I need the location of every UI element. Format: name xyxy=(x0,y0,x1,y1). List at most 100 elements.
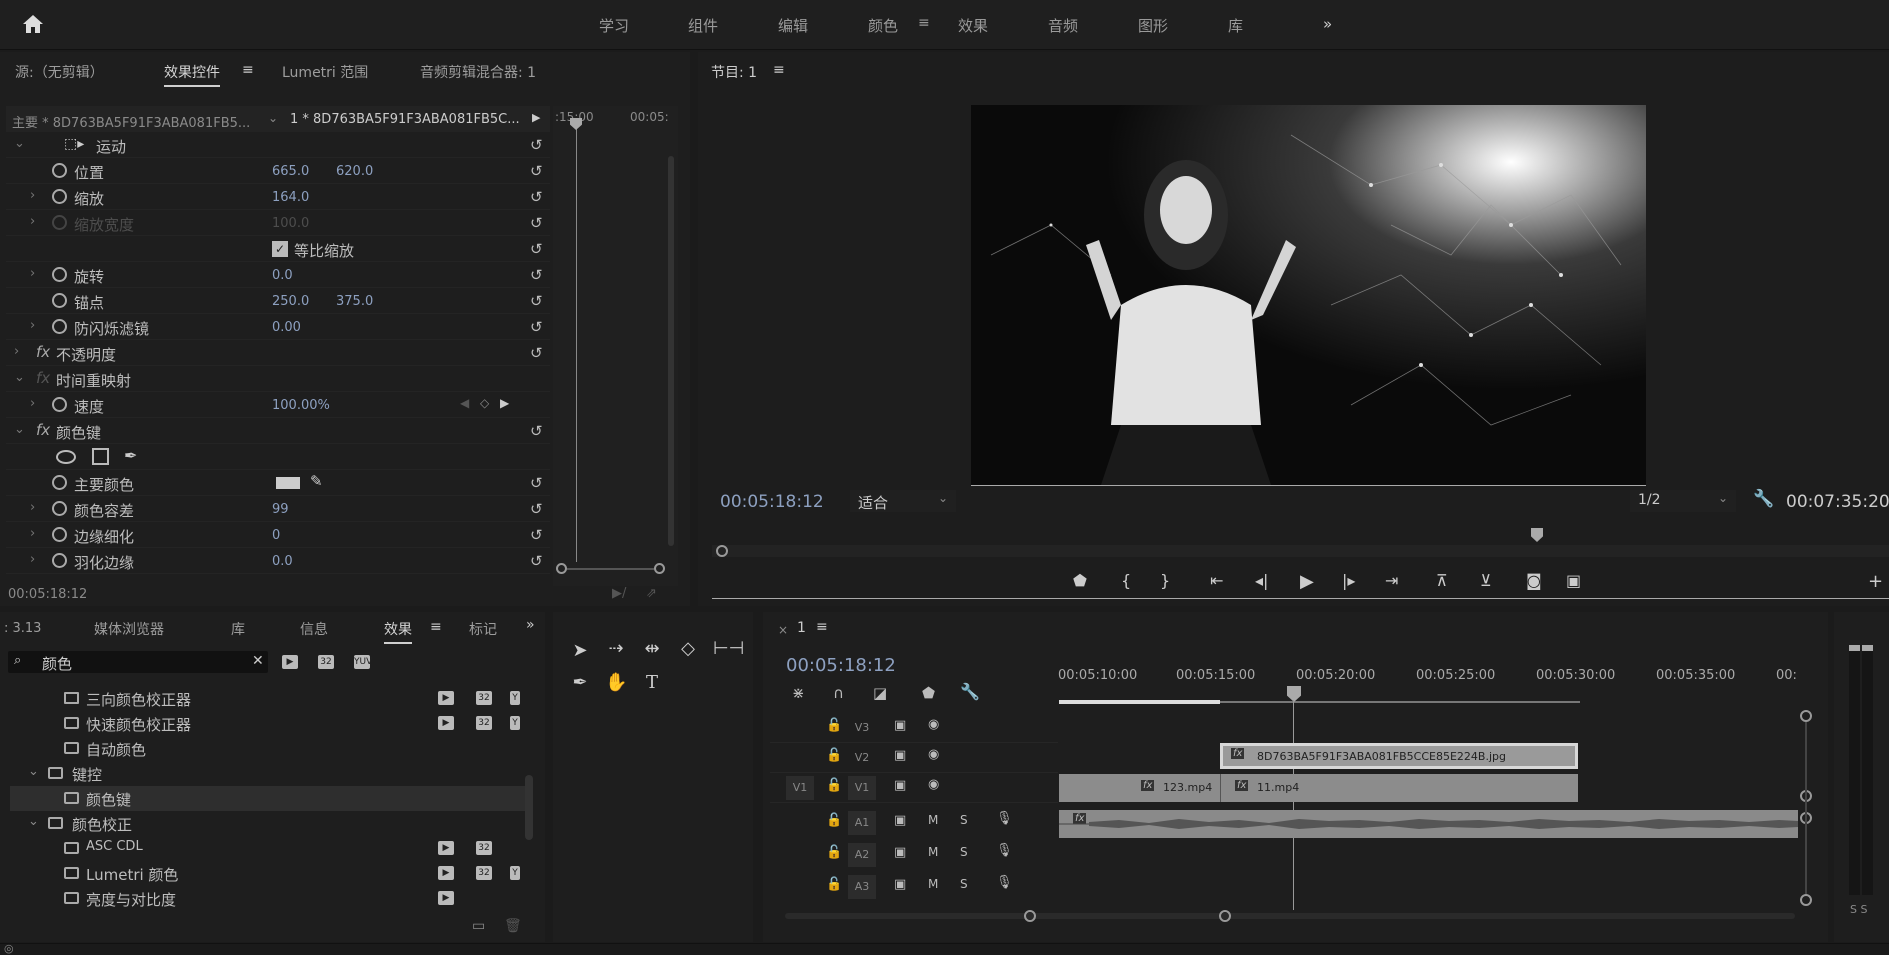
anchor-y-value[interactable]: 375.0 xyxy=(336,294,373,309)
chevron-right-icon[interactable]: › xyxy=(30,526,35,541)
sequence-clip-label[interactable]: 1 * 8D763BA5F91F3ABA081FB5C... xyxy=(290,112,520,127)
workspace-audio[interactable]: 音频 xyxy=(1048,15,1078,36)
rotation-value[interactable]: 0.0 xyxy=(272,268,293,283)
fx-icon[interactable]: fx xyxy=(36,421,50,439)
sync-lock-icon[interactable]: ▣ xyxy=(894,813,906,828)
fit-dropdown[interactable]: 适合 ⌄ xyxy=(850,490,956,512)
row-speed[interactable]: › 速度 100.00% ◀ ◇ ▶ xyxy=(6,392,550,418)
stopwatch-icon[interactable] xyxy=(52,475,67,490)
effects-list-scrollbar[interactable] xyxy=(525,775,533,840)
timeline-settings-wrench-icon[interactable]: 🔧 xyxy=(960,682,980,701)
clip-v1-123[interactable]: fx 123.mp4 xyxy=(1059,774,1220,802)
lock-icon[interactable]: 🔓 xyxy=(826,813,842,828)
speed-value[interactable]: 100.00% xyxy=(272,398,330,413)
chevron-down-icon[interactable]: ⌄ xyxy=(14,370,25,385)
lock-icon[interactable]: 🔓 xyxy=(826,718,842,733)
reset-icon[interactable]: ↺ xyxy=(530,552,543,570)
next-keyframe-icon[interactable]: ▶ xyxy=(500,396,509,410)
reset-icon[interactable]: ↺ xyxy=(530,214,543,232)
row-edge-thin[interactable]: › 边缘细化 0 ↺ xyxy=(6,522,550,548)
antiflicker-value[interactable]: 0.00 xyxy=(272,320,301,335)
extract-icon[interactable]: ⊻ xyxy=(1480,571,1492,590)
eye-icon[interactable]: ◉ xyxy=(928,717,939,732)
close-icon[interactable]: × xyxy=(778,623,788,637)
timeline-sequence-tab[interactable]: 1 xyxy=(797,620,806,636)
chevron-down-icon[interactable]: ⌄ xyxy=(14,136,25,151)
rectangle-mask-icon[interactable] xyxy=(92,448,109,465)
stopwatch-icon[interactable] xyxy=(52,501,67,516)
track-label-a1[interactable]: A1 xyxy=(848,811,876,835)
chevron-down-icon[interactable]: ⌄ xyxy=(268,111,278,125)
reset-icon[interactable]: ↺ xyxy=(530,292,543,310)
clip-v2-image[interactable]: fx 8D763BA5F91F3ABA081FB5CCE85E224B.jpg xyxy=(1220,743,1578,769)
tab-libraries[interactable]: 库 xyxy=(231,619,245,639)
reset-icon[interactable]: ↺ xyxy=(530,500,543,518)
microphone-icon[interactable]: 🎙 xyxy=(996,843,1013,858)
chevron-down-icon[interactable]: ⌄ xyxy=(14,422,25,437)
workspace-color[interactable]: 颜色 xyxy=(868,15,898,36)
timeline-vscroll-bar[interactable] xyxy=(1805,722,1807,894)
tab-project-truncated[interactable]: : 3.13 xyxy=(4,621,41,636)
mark-out-icon[interactable]: } xyxy=(1160,571,1170,590)
stopwatch-icon[interactable] xyxy=(52,527,67,542)
track-label-a2[interactable]: A2 xyxy=(848,843,876,867)
chevron-right-icon[interactable]: › xyxy=(30,318,35,333)
reset-icon[interactable]: ↺ xyxy=(530,162,543,180)
workspace-graphics[interactable]: 图形 xyxy=(1138,15,1168,36)
add-marker-icon[interactable]: ⬟ xyxy=(922,684,935,702)
ellipse-mask-icon[interactable] xyxy=(56,450,76,464)
microphone-icon[interactable]: 🎙 xyxy=(996,811,1013,826)
row-motion[interactable]: ⌄ ⬚▸ 运动 ↺ xyxy=(6,132,550,158)
track-label-v2[interactable]: V2 xyxy=(848,746,876,770)
ripple-edit-tool-icon[interactable]: ⇹ xyxy=(641,638,663,660)
motion-transform-icon[interactable]: ⬚▸ xyxy=(64,136,84,152)
lock-icon[interactable]: 🔓 xyxy=(826,778,842,793)
work-area-bar-rest[interactable] xyxy=(1220,701,1580,703)
linked-selection-icon[interactable]: ◪ xyxy=(873,684,887,702)
razor-tool-icon[interactable]: ◇ xyxy=(677,638,699,660)
track-label-v1[interactable]: V1 xyxy=(848,776,876,800)
sync-lock-icon[interactable]: ▣ xyxy=(894,877,906,892)
lock-icon[interactable]: 🔓 xyxy=(826,877,842,892)
ec-playhead-handle[interactable] xyxy=(570,118,582,130)
tab-audio-clip-mixer[interactable]: 音频剪辑混合器: 1 xyxy=(420,62,536,82)
row-uniform-scale[interactable]: ✓ 等比缩放 ↺ xyxy=(6,236,550,262)
go-to-out-icon[interactable]: ⇥ xyxy=(1385,571,1398,590)
list-item[interactable]: ASC CDL ▶ 32 xyxy=(10,836,530,861)
reset-icon[interactable]: ↺ xyxy=(530,526,543,544)
row-tolerance[interactable]: › 颜色容差 99 ↺ xyxy=(6,496,550,522)
edge-feather-value[interactable]: 0.0 xyxy=(272,554,293,569)
row-scale[interactable]: › 缩放 164.0 ↺ xyxy=(6,184,550,210)
list-item[interactable]: ⌄ 键控 xyxy=(10,761,530,786)
clear-search-icon[interactable]: ✕ xyxy=(252,653,264,669)
button-editor-plus-icon[interactable]: + xyxy=(1868,571,1883,592)
track-select-tool-icon[interactable]: ⇢ xyxy=(605,638,627,660)
ec-scrollbar[interactable] xyxy=(668,156,674,546)
clip-v1-11[interactable]: fx 11.mp4 xyxy=(1220,774,1578,802)
reset-icon[interactable]: ↺ xyxy=(530,318,543,336)
type-tool-icon[interactable]: T xyxy=(641,672,663,694)
row-color-key[interactable]: ⌄ fx 颜色键 ↺ xyxy=(6,418,550,444)
pen-tool-icon[interactable]: ✒ xyxy=(569,672,591,694)
settings-wrench-icon[interactable]: 🔧 xyxy=(1753,489,1774,509)
edge-thin-value[interactable]: 0 xyxy=(272,528,280,543)
stopwatch-icon[interactable] xyxy=(52,397,67,412)
more-tabs-icon[interactable]: » xyxy=(526,617,535,633)
lock-icon[interactable]: 🔓 xyxy=(826,845,842,860)
track-label-a3[interactable]: A3 xyxy=(848,875,876,899)
resolution-dropdown[interactable]: 1/2 ⌄ xyxy=(1630,490,1736,512)
list-item[interactable]: 自动颜色 xyxy=(10,736,530,761)
add-marker-icon[interactable]: ⬟ xyxy=(1073,571,1087,590)
lock-icon[interactable]: 🔓 xyxy=(826,748,842,763)
program-timecode[interactable]: 00:05:18:12 xyxy=(720,492,824,512)
ec-timecode[interactable]: 00:05:18:12 xyxy=(8,587,87,602)
add-keyframe-icon[interactable]: ◇ xyxy=(480,396,489,410)
tab-markers[interactable]: 标记 xyxy=(469,619,499,639)
more-workspaces-icon[interactable]: » xyxy=(1323,15,1332,33)
track-label-v3[interactable]: V3 xyxy=(848,716,876,740)
reset-icon[interactable]: ↺ xyxy=(530,266,543,284)
sync-lock-icon[interactable]: ▣ xyxy=(894,845,906,860)
chevron-down-icon[interactable]: ⌄ xyxy=(28,814,39,829)
ec-filter-icon[interactable]: ▶/ xyxy=(612,586,626,601)
reset-icon[interactable]: ↺ xyxy=(530,136,543,154)
